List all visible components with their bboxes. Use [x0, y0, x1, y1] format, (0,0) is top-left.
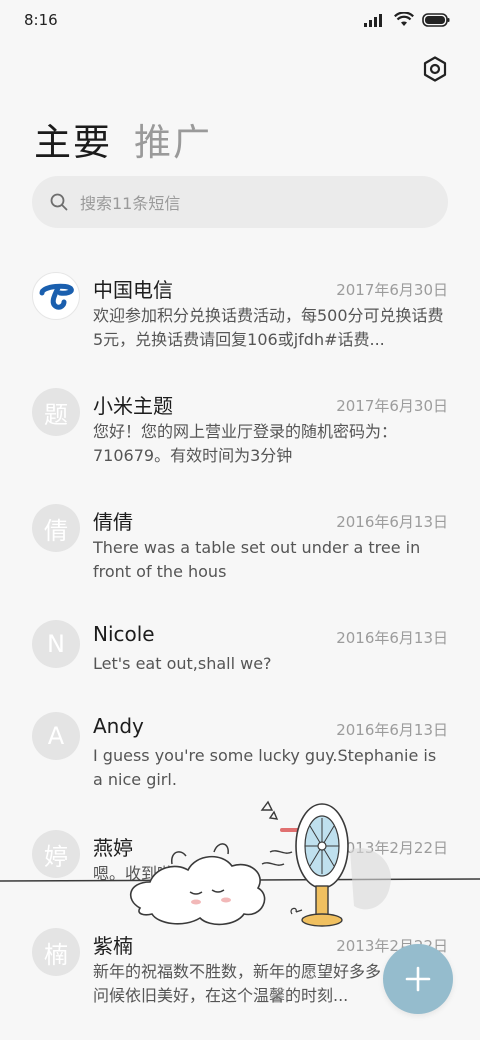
china-telecom-logo-icon — [39, 283, 74, 310]
avatar: 倩 — [32, 504, 80, 552]
signal-icon — [364, 13, 382, 27]
conversation-item[interactable]: 倩 倩倩 2016年6月13日 There was a table set ou… — [0, 490, 480, 600]
contact-name: 中国电信 — [93, 278, 173, 302]
tab-primary[interactable]: 主要 — [34, 112, 112, 166]
settings-hex-icon — [423, 56, 447, 82]
avatar: 题 — [32, 388, 80, 436]
message-date: 2017年6月30日 — [336, 397, 448, 415]
avatar: 楠 — [32, 928, 80, 976]
avatar — [32, 272, 80, 320]
message-preview: I guess you're some lucky guy.Stephanie … — [93, 746, 437, 789]
message-date: 2017年6月30日 — [336, 281, 448, 299]
contact-name: Andy — [93, 714, 144, 738]
search-input[interactable]: 搜索11条短信 — [32, 176, 448, 228]
plus-icon — [405, 966, 431, 992]
message-date: 2016年6月13日 — [336, 513, 448, 531]
wifi-icon — [394, 12, 414, 26]
conversation-item[interactable]: A Andy 2016年6月13日 I guess you're some lu… — [0, 698, 480, 808]
search-icon — [50, 193, 68, 211]
status-time: 8:16 — [24, 11, 58, 29]
settings-button[interactable] — [420, 54, 450, 84]
message-preview: Let's eat out,shall we? — [93, 654, 272, 673]
avatar: A — [32, 712, 80, 760]
message-date: 2016年6月13日 — [336, 629, 448, 647]
message-date: 2013年2月22日 — [336, 839, 448, 857]
battery-icon — [422, 12, 450, 27]
contact-name: Nicole — [93, 622, 155, 646]
category-tabs: 主要 推广 — [34, 112, 212, 166]
conversation-item[interactable]: 题 小米主题 2017年6月30日 您好！您的网上营业厅登录的随机密码为：710… — [0, 374, 480, 484]
message-preview: There was a table set out under a tree i… — [93, 538, 421, 581]
contact-name: 紫楠 — [93, 934, 133, 958]
message-date: 2016年6月13日 — [336, 721, 448, 739]
message-preview: 嗯。收到啦，同乐同乐 — [93, 864, 254, 883]
contact-name: 小米主题 — [93, 394, 173, 418]
conversation-item[interactable]: 中国电信 2017年6月30日 欢迎参加积分兑换话费活动，每500分可兑换话费5… — [0, 258, 480, 368]
avatar: 婷 — [32, 830, 80, 878]
status-bar: 8:16 — [0, 0, 480, 42]
contact-name: 倩倩 — [93, 510, 133, 534]
status-icons — [364, 12, 450, 27]
message-preview: 您好！您的网上营业厅登录的随机密码为：710679。有效时间为3分钟 — [93, 422, 398, 465]
avatar: N — [32, 620, 80, 668]
tab-promotions[interactable]: 推广 — [134, 112, 212, 166]
contact-name: 燕婷 — [93, 836, 133, 860]
compose-button[interactable] — [383, 944, 453, 1014]
search-placeholder: 搜索11条短信 — [80, 194, 181, 213]
message-preview: 欢迎参加积分兑换话费活动，每500分可兑换话费5元，兑换话费请回复106或jfd… — [93, 306, 444, 349]
conversation-item[interactable]: 婷 燕婷 2013年2月22日 嗯。收到啦，同乐同乐 — [0, 816, 480, 926]
